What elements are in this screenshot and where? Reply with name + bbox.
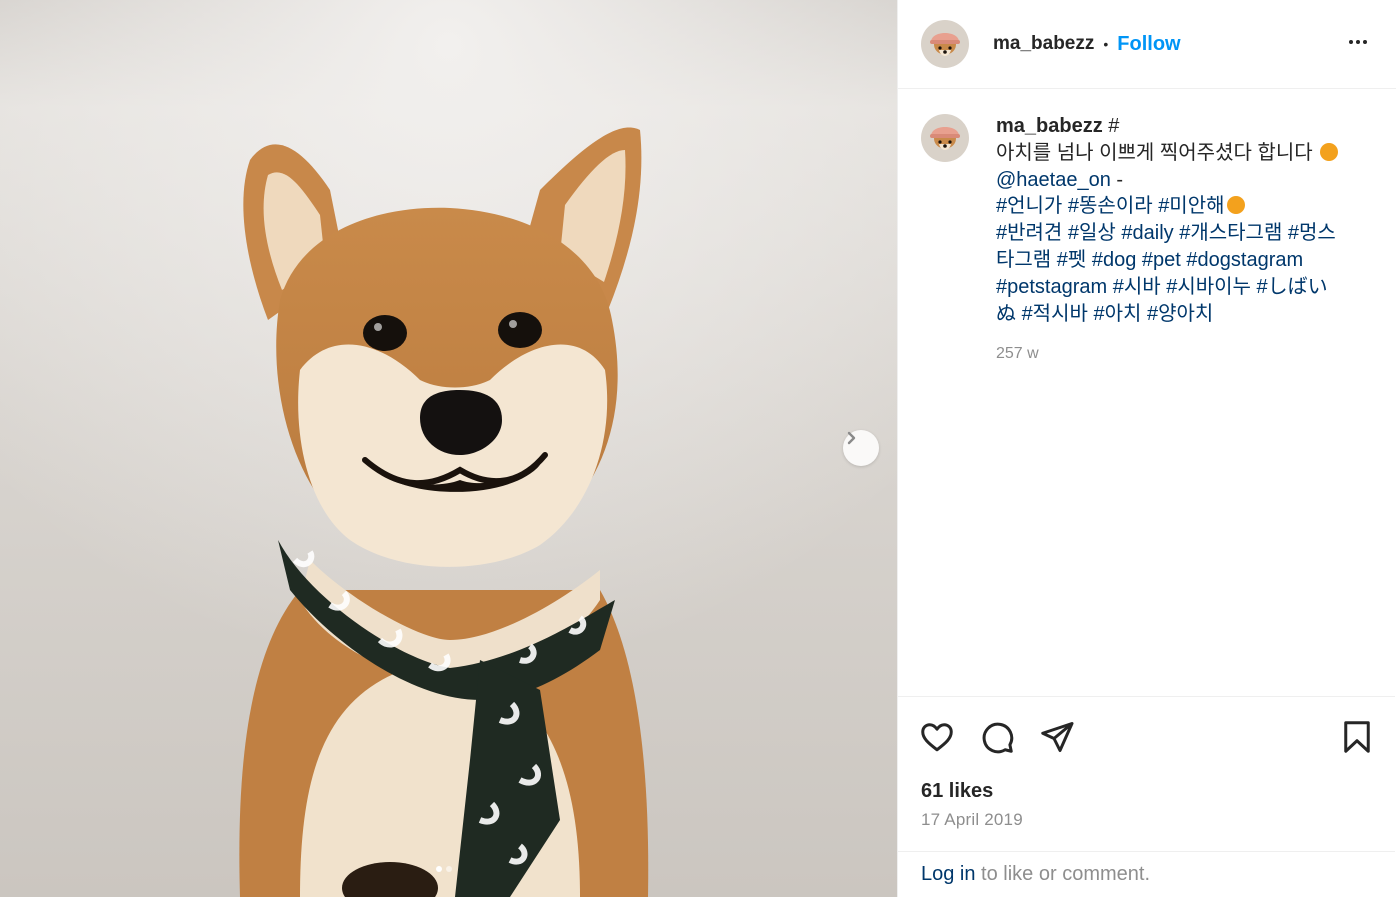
caption-username[interactable]: ma_babezz	[996, 115, 1103, 137]
avatar[interactable]	[921, 20, 969, 68]
login-link[interactable]: Log in	[921, 863, 976, 885]
caption-timestamp[interactable]: 257 w	[996, 341, 1346, 368]
laughing-emoji-icon	[1226, 196, 1245, 215]
hashtag-link[interactable]: #pet	[1142, 249, 1181, 271]
comment-button[interactable]	[979, 719, 1015, 760]
heart-icon	[921, 723, 953, 752]
action-bar	[898, 696, 1395, 782]
follow-button[interactable]: Follow	[1117, 33, 1180, 56]
hashtag-link[interactable]: #똥손이라	[1068, 195, 1153, 217]
profile-avatar-image	[921, 20, 969, 68]
hashtag-link[interactable]: #적시바	[1022, 303, 1088, 325]
profile-avatar-image	[921, 114, 969, 162]
post-header: ma_babezz • Follow	[898, 0, 1396, 89]
hashtag-link[interactable]: #dog	[1092, 249, 1137, 271]
caption-dash: -	[1116, 168, 1124, 191]
bookmark-icon	[1344, 721, 1370, 753]
save-button[interactable]	[1339, 719, 1375, 760]
hashtag-link[interactable]: #언니가	[996, 195, 1062, 217]
post-sidebar: ma_babezz • Follow ma_babezz # 아치를 넘나 이쁘…	[897, 0, 1396, 897]
hashtag-link[interactable]: #아치	[1093, 303, 1141, 325]
instagram-post: ma_babezz • Follow ma_babezz # 아치를 넘나 이쁘…	[0, 0, 1396, 897]
share-icon	[1041, 722, 1074, 752]
post-caption: ma_babezz # 아치를 넘나 이쁘게 찍어주셨다 합니다 @haetae…	[898, 89, 1395, 368]
like-button[interactable]	[919, 719, 955, 760]
carousel-dot	[446, 866, 452, 872]
caption-text: ma_babezz # 아치를 넘나 이쁘게 찍어주셨다 합니다 @haetae…	[996, 113, 1346, 368]
hashtag-link[interactable]: #시바	[1113, 276, 1161, 298]
face-emoji-icon	[1320, 142, 1339, 161]
avatar[interactable]	[921, 114, 969, 162]
chevron-right-icon	[847, 431, 856, 445]
separator-dot: •	[1103, 36, 1109, 52]
username-link[interactable]: ma_babezz	[993, 33, 1094, 55]
mention-link[interactable]: @haetae_on	[996, 169, 1111, 191]
carousel-next-button[interactable]	[843, 430, 879, 466]
hashtag-link[interactable]: #펫	[1057, 249, 1087, 271]
share-button[interactable]	[1039, 719, 1075, 760]
hashtag-link[interactable]: #시바이누	[1166, 276, 1251, 298]
hashtag-link[interactable]: #미안해	[1158, 195, 1224, 217]
hashtag-link[interactable]: #petstagram	[996, 276, 1107, 298]
more-options-button[interactable]	[1342, 26, 1374, 63]
hashtag-link[interactable]: #dogstagram	[1186, 249, 1303, 271]
caption-body: 아치를 넘나 이쁘게 찍어주셨다 합니다	[996, 141, 1313, 164]
login-prompt-text: to like or comment.	[975, 863, 1151, 885]
hashtag-link[interactable]: #양아치	[1147, 303, 1213, 325]
carousel-dot	[436, 866, 442, 872]
more-options-icon	[1349, 39, 1367, 44]
post-date: 17 April 2019	[921, 810, 1023, 829]
hashtag-link[interactable]: #daily	[1121, 222, 1173, 244]
hashtag-link[interactable]: #반려견	[996, 222, 1062, 244]
shiba-dog-photo	[0, 0, 897, 897]
carousel-indicator	[436, 866, 452, 872]
likes-count[interactable]: 61 likes	[921, 780, 993, 803]
post-media[interactable]	[0, 0, 897, 897]
comment-icon	[982, 722, 1014, 754]
hashtag-link[interactable]: #개스타그램	[1179, 222, 1282, 244]
caption-user-suffix: #	[1108, 115, 1120, 137]
hashtag-link[interactable]: #일상	[1068, 222, 1116, 244]
login-prompt: Log in to like or comment.	[898, 851, 1395, 897]
